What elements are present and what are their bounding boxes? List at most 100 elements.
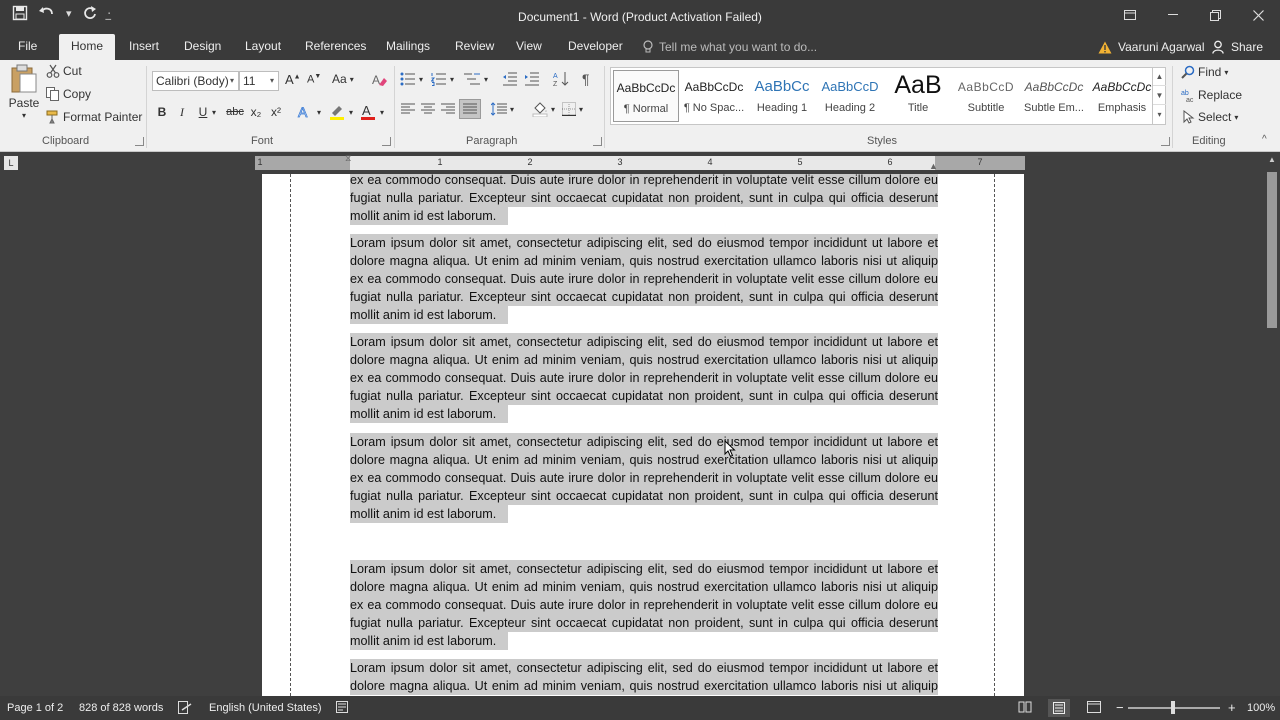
paragraph[interactable]: Loram ipsum dolor sit amet, consectetur … bbox=[350, 234, 938, 324]
change-case-dropdown-icon[interactable]: ▾ bbox=[350, 75, 354, 84]
find-dropdown-icon[interactable]: ▾ bbox=[1224, 68, 1228, 77]
font-color-dropdown-icon[interactable]: ▾ bbox=[378, 102, 386, 122]
save-icon[interactable] bbox=[12, 5, 28, 21]
tab-view[interactable]: View bbox=[512, 34, 546, 60]
user-account[interactable]: Vaaruni Agarwal bbox=[1098, 34, 1205, 60]
tell-me-box[interactable]: Tell me what you want to do... bbox=[643, 34, 817, 60]
style-normal[interactable]: AaBbCcDc ¶ Normal bbox=[613, 70, 679, 122]
font-name-dropdown-icon[interactable]: ▾ bbox=[226, 72, 238, 90]
zoom-slider-thumb[interactable] bbox=[1171, 701, 1175, 714]
gallery-down-icon[interactable]: ▼ bbox=[1153, 86, 1166, 105]
paragraph[interactable]: Loram ipsum dolor sit amet, consectetur … bbox=[350, 333, 938, 423]
cut-button[interactable]: Cut bbox=[46, 64, 82, 78]
style-subtle-emphasis[interactable]: AaBbCcDc Subtle Em... bbox=[1021, 70, 1087, 122]
font-size-combo[interactable]: 11 ▾ bbox=[239, 71, 279, 91]
text-effects-dropdown-icon[interactable]: ▾ bbox=[315, 102, 323, 122]
shading-dropdown-icon[interactable]: ▾ bbox=[551, 105, 555, 114]
zoom-in-icon[interactable]: + bbox=[1228, 696, 1236, 720]
multilevel-dropdown-icon[interactable]: ▾ bbox=[484, 75, 488, 84]
style-heading-1[interactable]: AaBbCc Heading 1 bbox=[749, 70, 815, 122]
font-size-dropdown-icon[interactable]: ▾ bbox=[266, 72, 278, 90]
ribbon-display-options-icon[interactable] bbox=[1108, 0, 1151, 30]
close-icon[interactable] bbox=[1237, 0, 1280, 30]
font-launcher-icon[interactable] bbox=[382, 137, 391, 146]
undo-icon[interactable] bbox=[38, 5, 56, 21]
line-spacing-dropdown-icon[interactable]: ▾ bbox=[510, 105, 514, 114]
borders-dropdown-icon[interactable]: ▾ bbox=[579, 105, 583, 114]
web-layout-icon[interactable] bbox=[1087, 701, 1101, 715]
zoom-out-icon[interactable]: − bbox=[1116, 696, 1124, 720]
align-left-button[interactable] bbox=[401, 103, 415, 115]
word-count[interactable]: 828 of 828 words bbox=[79, 696, 163, 720]
restore-icon[interactable] bbox=[1194, 0, 1237, 30]
tab-insert[interactable]: Insert bbox=[125, 34, 163, 60]
share-button[interactable]: Share bbox=[1212, 34, 1263, 60]
styles-launcher-icon[interactable] bbox=[1161, 137, 1170, 146]
read-mode-icon[interactable] bbox=[1018, 701, 1032, 715]
minimize-icon[interactable] bbox=[1151, 0, 1194, 30]
underline-button[interactable]: U bbox=[196, 102, 210, 122]
font-color-button[interactable]: A bbox=[358, 102, 378, 122]
document-area[interactable]: ex ea commodo consequat. Duis aute irure… bbox=[0, 174, 1264, 696]
align-right-button[interactable] bbox=[441, 103, 455, 115]
scrollbar-thumb[interactable] bbox=[1267, 172, 1277, 328]
tab-home[interactable]: Home bbox=[59, 34, 115, 60]
highlight-button[interactable] bbox=[327, 102, 347, 122]
strikethrough-button[interactable]: abc bbox=[224, 102, 246, 122]
tab-developer[interactable]: Developer bbox=[564, 34, 627, 60]
print-layout-icon[interactable] bbox=[1048, 699, 1070, 717]
format-painter-button[interactable]: Format Painter bbox=[46, 110, 142, 124]
empty-paragraph[interactable] bbox=[358, 530, 364, 556]
bullets-dropdown-icon[interactable]: ▾ bbox=[419, 75, 423, 84]
increase-indent-button[interactable] bbox=[524, 72, 540, 86]
shading-button[interactable]: ▾ bbox=[532, 101, 555, 117]
style-subtitle[interactable]: AaBbCcD Subtitle bbox=[953, 70, 1019, 122]
borders-button[interactable]: ▾ bbox=[562, 102, 583, 116]
paragraph[interactable]: ex ea commodo consequat. Duis aute irure… bbox=[350, 174, 938, 225]
subscript-button[interactable]: x₂ bbox=[248, 102, 264, 122]
tab-design[interactable]: Design bbox=[180, 34, 225, 60]
proofing-icon[interactable] bbox=[178, 701, 192, 715]
zoom-level[interactable]: 100% bbox=[1247, 696, 1275, 720]
line-spacing-button[interactable]: ▾ bbox=[491, 102, 514, 116]
language-indicator[interactable]: English (United States) bbox=[209, 696, 322, 720]
macro-record-icon[interactable] bbox=[336, 701, 348, 715]
redo-icon[interactable] bbox=[82, 5, 98, 21]
paste-dropdown-icon[interactable]: ▾ bbox=[22, 112, 26, 120]
copy-button[interactable]: Copy bbox=[46, 87, 91, 101]
text-effects-button[interactable]: A bbox=[295, 102, 315, 122]
paragraph[interactable]: Loram ipsum dolor sit amet, consectetur … bbox=[350, 659, 938, 695]
change-case-button[interactable]: Aa ▾ bbox=[332, 72, 354, 86]
page-count[interactable]: Page 1 of 2 bbox=[7, 696, 63, 720]
multilevel-list-button[interactable]: ▾ bbox=[463, 72, 488, 86]
style-title[interactable]: AaB Title bbox=[885, 70, 951, 122]
shrink-font-button[interactable]: A▼ bbox=[307, 73, 321, 86]
right-indent-marker-icon[interactable]: ▲ bbox=[929, 161, 938, 171]
italic-button[interactable]: I bbox=[176, 102, 188, 122]
indent-marker-icon[interactable]: ⧖ bbox=[345, 153, 351, 164]
show-hide-marks-button[interactable]: ¶ bbox=[582, 71, 590, 87]
style-emphasis[interactable]: AaBbCcDc Emphasis bbox=[1089, 70, 1155, 122]
font-name-combo[interactable]: Calibri (Body) ▾ bbox=[152, 71, 239, 91]
tab-mailings[interactable]: Mailings bbox=[382, 34, 434, 60]
customize-qat-icon[interactable]: ⋅̲ bbox=[108, 7, 112, 20]
paragraph-launcher-icon[interactable] bbox=[593, 137, 602, 146]
collapse-ribbon-icon[interactable]: ^ bbox=[1262, 134, 1267, 145]
style-heading-2[interactable]: AaBbCcD Heading 2 bbox=[817, 70, 883, 122]
replace-button[interactable]: ab ac Replace bbox=[1181, 88, 1242, 102]
find-button[interactable]: Find ▾ bbox=[1181, 65, 1228, 79]
superscript-button[interactable]: x² bbox=[268, 102, 284, 122]
select-dropdown-icon[interactable]: ▾ bbox=[1234, 113, 1238, 122]
grow-font-button[interactable]: A▲ bbox=[285, 72, 301, 87]
tab-file[interactable]: File bbox=[14, 34, 41, 60]
paragraph[interactable]: Loram ipsum dolor sit amet, consectetur … bbox=[350, 560, 938, 650]
highlight-dropdown-icon[interactable]: ▾ bbox=[347, 102, 355, 122]
gallery-more-icon[interactable]: ▾ bbox=[1153, 105, 1166, 124]
bullets-button[interactable]: ▾ bbox=[400, 72, 423, 86]
scroll-up-icon[interactable]: ▲ bbox=[1264, 152, 1280, 168]
tab-layout[interactable]: Layout bbox=[241, 34, 285, 60]
decrease-indent-button[interactable] bbox=[502, 72, 518, 86]
tab-selector-icon[interactable]: L bbox=[4, 156, 18, 170]
style-no-spacing[interactable]: AaBbCcDc ¶ No Spac... bbox=[681, 70, 747, 122]
vertical-scrollbar[interactable]: ▲ bbox=[1264, 152, 1280, 696]
